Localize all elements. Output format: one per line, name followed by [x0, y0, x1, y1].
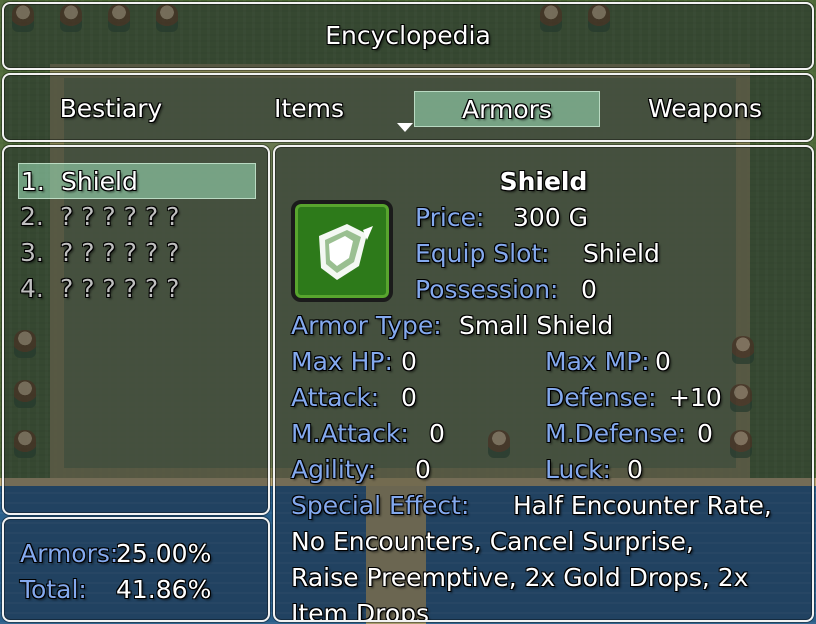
shield-icon — [291, 200, 393, 302]
list-item-name: ? ? ? ? ? ? — [60, 202, 180, 231]
tab-items[interactable]: Items — [216, 91, 402, 127]
list-item[interactable]: 3. ? ? ? ? ? ? — [18, 235, 256, 271]
total-completion-value: 41.86% — [116, 575, 212, 604]
special-effect-line: Raise Preemptive, 2x Gold Drops, 2x — [291, 563, 749, 592]
defense-value: +10 — [669, 383, 722, 412]
scroll-down-arrow-icon — [397, 123, 413, 132]
luck-label: Luck: — [545, 455, 611, 484]
title-window: Encyclopedia — [2, 2, 814, 70]
attack-value: 0 — [401, 383, 417, 412]
m-attack-value: 0 — [429, 419, 445, 448]
shield-icon-graphic — [319, 224, 373, 280]
price-value: 300 G — [513, 203, 589, 232]
completion-window: Armors: 25.00% Total: 41.86% — [2, 517, 270, 622]
price-label: Price: — [415, 203, 485, 232]
list-item[interactable]: 2. ? ? ? ? ? ? — [18, 199, 256, 235]
armors-completion-label: Armors: — [20, 539, 119, 568]
tab-bestiary[interactable]: Bestiary — [18, 91, 204, 127]
special-effect-line: No Encounters, Cancel Surprise, — [291, 527, 694, 556]
m-defense-label: M.Defense: — [545, 419, 687, 448]
possession-label: Possession: — [415, 275, 559, 304]
item-name: Shield — [499, 167, 588, 196]
list-item[interactable]: 4. ? ? ? ? ? ? — [18, 271, 256, 307]
list-item-number: 1. — [21, 167, 45, 196]
armor-list: 1. Shield 2. ? ? ? ? ? ? 3. ? ? ? ? ? ? … — [2, 145, 270, 515]
possession-value: 0 — [581, 275, 597, 304]
list-item-number: 2. — [20, 202, 44, 231]
list-item-name: Shield — [61, 167, 138, 196]
m-defense-value: 0 — [697, 419, 713, 448]
max-mp-label: Max MP: — [545, 347, 650, 376]
tab-armors[interactable]: Armors — [414, 91, 600, 127]
equip-slot-label: Equip Slot: — [415, 239, 550, 268]
list-item-number: 4. — [20, 274, 44, 303]
m-attack-label: M.Attack: — [291, 419, 409, 448]
list-item-name: ? ? ? ? ? ? — [60, 238, 180, 267]
max-hp-value: 0 — [401, 347, 417, 376]
agility-label: Agility: — [291, 455, 377, 484]
defense-label: Defense: — [545, 383, 657, 412]
armor-type-label: Armor Type: — [291, 311, 442, 340]
list-item-name: ? ? ? ? ? ? — [60, 274, 180, 303]
max-mp-value: 0 — [655, 347, 671, 376]
luck-value: 0 — [627, 455, 643, 484]
tab-weapons[interactable]: Weapons — [612, 91, 798, 127]
agility-value: 0 — [415, 455, 431, 484]
special-effect-line: Item Drops — [291, 599, 430, 622]
special-effect-label: Special Effect: — [291, 491, 470, 520]
equip-slot-value: Shield — [583, 239, 660, 268]
armors-completion-value: 25.00% — [116, 539, 212, 568]
window-title: Encyclopedia — [325, 21, 491, 50]
max-hp-label: Max HP: — [291, 347, 393, 376]
attack-label: Attack: — [291, 383, 380, 412]
list-item-number: 3. — [20, 238, 44, 267]
total-completion-label: Total: — [20, 575, 87, 604]
detail-window: Shield Price: 300 G Equip Slot: Shield P… — [273, 145, 814, 622]
special-effect-line: Half Encounter Rate, — [513, 491, 772, 520]
list-item[interactable]: 1. Shield — [18, 163, 256, 199]
armor-type-value: Small Shield — [459, 311, 614, 340]
